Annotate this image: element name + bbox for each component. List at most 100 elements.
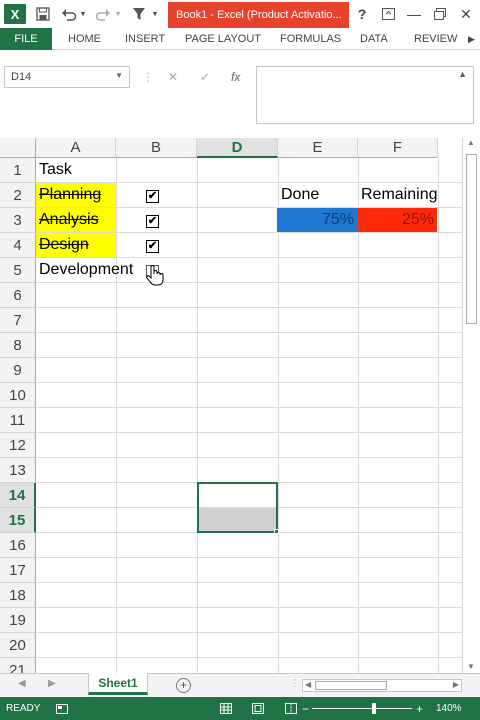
row-header-10[interactable]: 10	[0, 383, 36, 408]
redo-dropdown-icon[interactable]: ▼	[114, 4, 122, 24]
horizontal-scroll-thumb[interactable]	[315, 681, 387, 690]
row-header-11[interactable]: 11	[0, 408, 36, 433]
zoom-slider[interactable]	[312, 708, 412, 709]
tab-insert[interactable]: INSERT	[125, 28, 165, 50]
zoom-in-icon[interactable]: +	[416, 697, 423, 720]
vertical-scroll-thumb[interactable]	[466, 154, 477, 324]
cell-e2[interactable]: Done	[278, 183, 358, 207]
collapse-formula-bar-icon[interactable]: ▲	[458, 69, 467, 79]
selection-range	[197, 482, 278, 533]
normal-view-icon[interactable]	[220, 697, 232, 720]
checkbox-design[interactable]: ✔	[146, 240, 159, 253]
row-header-2[interactable]: 2	[0, 183, 36, 208]
row-header-9[interactable]: 9	[0, 358, 36, 383]
tab-file[interactable]: FILE	[0, 28, 52, 50]
remaining-percent-bar[interactable]: 25%	[357, 208, 437, 232]
restore-icon[interactable]	[432, 4, 448, 24]
status-ready: READY	[6, 703, 41, 714]
name-box-value: D14	[11, 71, 32, 83]
horizontal-scrollbar[interactable]: ◀ ▶	[302, 679, 462, 692]
ribbon-scroll-right-icon[interactable]: ▶	[468, 28, 475, 50]
tab-review[interactable]: REVIEW	[414, 28, 457, 50]
page-layout-view-icon[interactable]	[252, 697, 264, 720]
row-header-3[interactable]: 3	[0, 208, 36, 233]
zoom-level[interactable]: 140%	[436, 697, 462, 720]
column-header-e[interactable]: E	[278, 138, 358, 158]
check-mark-icon: ✔	[147, 215, 158, 227]
row-header-1[interactable]: 1	[0, 158, 36, 183]
minimize-icon[interactable]: —	[406, 4, 422, 24]
row-gridline	[36, 332, 462, 333]
column-header-d[interactable]: D	[197, 138, 278, 158]
macro-record-icon[interactable]	[56, 697, 68, 720]
fill-handle[interactable]	[274, 529, 279, 534]
row-header-20[interactable]: 20	[0, 633, 36, 658]
filter-icon[interactable]	[130, 4, 148, 24]
zoom-slider-thumb[interactable]	[372, 703, 376, 714]
column-header-b[interactable]: B	[116, 138, 197, 158]
enter-icon[interactable]: ✓	[200, 66, 210, 88]
row-gridline	[36, 657, 462, 658]
formula-bar-grip-icon[interactable]: ⋮	[142, 66, 154, 88]
formula-input[interactable]: ▲	[256, 66, 474, 124]
ribbon-display-icon[interactable]	[380, 4, 396, 24]
scroll-right-icon[interactable]: ▶	[453, 680, 459, 689]
row-header-8[interactable]: 8	[0, 333, 36, 358]
cancel-icon[interactable]: ✕	[168, 66, 178, 88]
help-icon[interactable]: ?	[354, 4, 370, 24]
column-header-a[interactable]: A	[36, 138, 116, 158]
insert-function-icon[interactable]: fx	[231, 66, 240, 88]
scroll-up-icon[interactable]: ▲	[467, 138, 475, 147]
tab-page-layout[interactable]: PAGE LAYOUT	[185, 28, 261, 50]
row-header-15[interactable]: 15	[0, 508, 36, 533]
tab-formulas[interactable]: FORMULAS	[280, 28, 341, 50]
row-header-18[interactable]: 18	[0, 583, 36, 608]
cell-a2[interactable]: Planning	[36, 183, 116, 207]
tab-home[interactable]: HOME	[68, 28, 101, 50]
name-box-dropdown-icon[interactable]: ▼	[115, 71, 123, 80]
cell-a1[interactable]: Task	[36, 158, 116, 182]
cell-f2[interactable]: Remaining	[358, 183, 448, 207]
column-header-f[interactable]: F	[358, 138, 438, 158]
row-header-13[interactable]: 13	[0, 458, 36, 483]
cell-a3[interactable]: Analysis	[36, 208, 116, 232]
row-gridline	[36, 407, 462, 408]
scroll-down-icon[interactable]: ▼	[467, 662, 475, 671]
sheet-tab-sheet1[interactable]: Sheet1	[88, 673, 148, 695]
add-sheet-button[interactable]: +	[176, 678, 191, 693]
row-header-6[interactable]: 6	[0, 283, 36, 308]
tab-data[interactable]: DATA	[360, 28, 388, 50]
name-box[interactable]: D14 ▼	[4, 66, 130, 88]
close-icon[interactable]: ✕	[458, 4, 474, 24]
sheet-next-icon[interactable]: ▶	[48, 678, 56, 689]
done-percent-bar[interactable]: 75%	[277, 208, 357, 232]
row-header-14[interactable]: 14	[0, 483, 36, 508]
row-header-4[interactable]: 4	[0, 233, 36, 258]
tab-split-grip-icon[interactable]: ⋮	[290, 678, 300, 689]
row-header-7[interactable]: 7	[0, 308, 36, 333]
row-header-12[interactable]: 12	[0, 433, 36, 458]
row-header-16[interactable]: 16	[0, 533, 36, 558]
checkbox-analysis[interactable]: ✔	[146, 215, 159, 228]
zoom-out-icon[interactable]: −	[302, 697, 309, 720]
sheet-prev-icon[interactable]: ◀	[18, 678, 26, 689]
excel-app-icon[interactable]: X	[4, 4, 26, 24]
undo-icon[interactable]	[60, 4, 78, 24]
undo-dropdown-icon[interactable]: ▼	[79, 4, 87, 24]
checkbox-planning[interactable]: ✔	[146, 190, 159, 203]
save-icon[interactable]	[34, 4, 52, 24]
page-break-view-icon[interactable]	[285, 697, 297, 720]
customize-toolbar-icon[interactable]: ▼	[150, 4, 160, 24]
row-header-5[interactable]: 5	[0, 258, 36, 283]
worksheet-grid[interactable]: ABDEF 1 2 3 4 5 6 7 8 9 10 11 12 13 14 15 16 17 18 19 20 21 …	[0, 138, 462, 673]
window-title: Book1 - Excel (Product Activatio...	[168, 2, 349, 28]
cell-a5[interactable]: Development	[36, 258, 146, 282]
row-header-17[interactable]: 17	[0, 558, 36, 583]
redo-icon[interactable]	[94, 4, 112, 24]
row-header-19[interactable]: 19	[0, 608, 36, 633]
cell-a4[interactable]: Design	[36, 233, 116, 257]
vertical-scrollbar[interactable]: ▲ ▼	[462, 138, 480, 673]
row-header-21[interactable]: 21	[0, 658, 36, 673]
row-gridline	[36, 307, 462, 308]
scroll-left-icon[interactable]: ◀	[305, 680, 311, 689]
